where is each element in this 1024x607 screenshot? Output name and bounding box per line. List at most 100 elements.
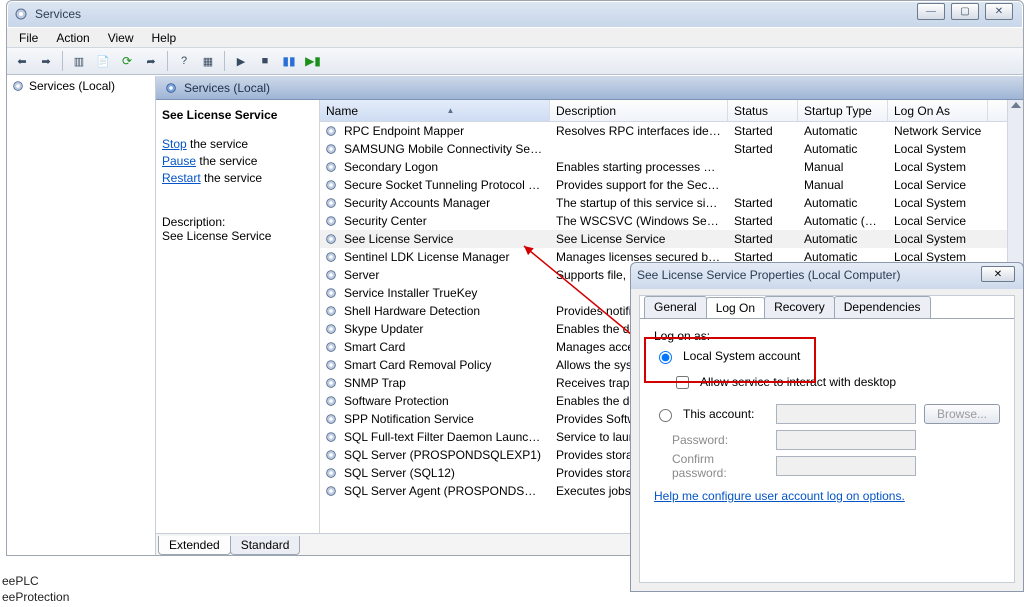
menu-file[interactable]: File [11, 29, 46, 47]
tab-extended[interactable]: Extended [158, 536, 231, 555]
show-hide-tree-button[interactable]: ▥ [68, 50, 90, 72]
service-status: Started [728, 232, 798, 246]
close-button[interactable]: ✕ [985, 3, 1013, 20]
service-logon: Local Service [888, 214, 988, 228]
section-title: Services (Local) [184, 81, 270, 95]
checkbox-allow-interact-label: Allow service to interact with desktop [700, 375, 896, 389]
minimize-button[interactable]: — [917, 3, 945, 20]
description-label: Description: [162, 215, 313, 229]
dialog-close-button[interactable]: ✕ [981, 266, 1015, 282]
gear-icon [324, 466, 338, 480]
restart-service-button[interactable]: ▶▮ [302, 50, 324, 72]
logon-as-label: Log on as: [654, 329, 1000, 343]
service-startup: Automatic [798, 142, 888, 156]
col-status[interactable]: Status [728, 100, 798, 121]
properties-button[interactable]: 📄 [92, 50, 114, 72]
tree-node-label: Services (Local) [29, 79, 115, 93]
menu-help[interactable]: Help [144, 29, 185, 47]
menu-view[interactable]: View [100, 29, 142, 47]
service-desc: Provides support for the Secur... [550, 178, 728, 192]
tab-general[interactable]: General [644, 296, 707, 318]
col-startup[interactable]: Startup Type [798, 100, 888, 121]
service-name: Server [338, 268, 385, 282]
start-service-button[interactable]: ▶ [230, 50, 252, 72]
gear-icon [324, 430, 338, 444]
pause-service-button[interactable]: ▮▮ [278, 50, 300, 72]
tree-node-services-local[interactable]: Services (Local) [9, 78, 153, 94]
password-label: Password: [654, 433, 768, 447]
refresh-button[interactable]: ⟳ [116, 50, 138, 72]
service-desc: The WSCSVC (Windows Securi... [550, 214, 728, 228]
service-row[interactable]: SAMSUNG Mobile Connectivity ServiceStart… [320, 140, 1023, 158]
service-name: SQL Server (PROSPONDSQLEXP1) [338, 448, 547, 462]
service-name: Service Installer TrueKey [338, 286, 483, 300]
service-properties-dialog: See License Service Properties (Local Co… [630, 262, 1024, 592]
col-description[interactable]: Description [550, 100, 728, 121]
service-name: Secure Socket Tunneling Protocol Service [338, 178, 550, 192]
gear-icon [324, 322, 338, 336]
dialog-titlebar[interactable]: See License Service Properties (Local Co… [631, 263, 1023, 287]
service-status: Started [728, 196, 798, 210]
titlebar[interactable]: Services [7, 1, 1023, 27]
forward-button[interactable]: ➡ [35, 50, 57, 72]
gear-icon [324, 196, 338, 210]
service-row[interactable]: Secure Socket Tunneling Protocol Service… [320, 176, 1023, 194]
stop-service-button[interactable]: ■ [254, 50, 276, 72]
service-desc: See License Service [550, 232, 728, 246]
selected-service-name: See License Service [162, 108, 313, 122]
console-tree[interactable]: Services (Local) [7, 76, 156, 555]
col-name[interactable]: Name▲ [320, 100, 550, 121]
service-row[interactable]: Security Accounts ManagerThe startup of … [320, 194, 1023, 212]
gear-icon [324, 448, 338, 462]
link-pause-service[interactable]: Pause [162, 154, 196, 168]
radio-this-account[interactable] [659, 409, 672, 422]
service-startup: Manual [798, 178, 888, 192]
dialog-tabs: General Log On Recovery Dependencies [640, 296, 1014, 318]
service-startup: Automatic (D... [798, 214, 888, 228]
service-status: Started [728, 214, 798, 228]
gear-icon [324, 340, 338, 354]
service-name: SPP Notification Service [338, 412, 480, 426]
link-restart-service[interactable]: Restart [162, 171, 201, 185]
tab-dependencies[interactable]: Dependencies [834, 296, 931, 318]
service-name: Skype Updater [338, 322, 429, 336]
gear-icon [324, 304, 338, 318]
window-title: Services [35, 7, 81, 21]
service-name: See License Service [338, 232, 459, 246]
service-status: Started [728, 124, 798, 138]
checkbox-allow-interact[interactable] [676, 376, 689, 389]
help-button[interactable]: ? [173, 50, 195, 72]
service-name: RPC Endpoint Mapper [338, 124, 470, 138]
maximize-button[interactable]: ▢ [951, 3, 979, 20]
tab-logon[interactable]: Log On [706, 297, 765, 319]
service-name: Shell Hardware Detection [338, 304, 486, 318]
service-name: SAMSUNG Mobile Connectivity Service [338, 142, 550, 156]
dialog-title: See License Service Properties (Local Co… [637, 268, 900, 282]
back-button[interactable]: ⬅ [11, 50, 33, 72]
tab-recovery[interactable]: Recovery [764, 296, 835, 318]
service-name: Smart Card [338, 340, 411, 354]
gear-icon [324, 124, 338, 138]
link-stop-service[interactable]: Stop [162, 137, 187, 151]
help-link[interactable]: Help me configure user account log on op… [654, 489, 905, 503]
gear-icon [324, 268, 338, 282]
menu-action[interactable]: Action [48, 29, 97, 47]
services-icon [13, 6, 29, 22]
service-row[interactable]: Security CenterThe WSCSVC (Windows Secur… [320, 212, 1023, 230]
service-name: SQL Full-text Filter Daemon Launcher (P.… [338, 430, 550, 444]
columns-button[interactable]: ▦ [197, 50, 219, 72]
service-name: SQL Server Agent (PROSPONDSQLEXP1) [338, 484, 550, 498]
gear-icon [324, 178, 338, 192]
menubar: File Action View Help [7, 27, 1023, 47]
service-row[interactable]: Secondary LogonEnables starting processe… [320, 158, 1023, 176]
export-button[interactable]: ➦ [140, 50, 162, 72]
list-header: Name▲ Description Status Startup Type Lo… [320, 100, 1023, 122]
service-row[interactable]: See License ServiceSee License ServiceSt… [320, 230, 1023, 248]
service-row[interactable]: RPC Endpoint MapperResolves RPC interfac… [320, 122, 1023, 140]
tab-standard[interactable]: Standard [230, 536, 301, 555]
col-logon[interactable]: Log On As [888, 100, 988, 121]
service-startup: Manual [798, 160, 888, 174]
sort-asc-icon: ▲ [447, 106, 455, 115]
gear-icon [324, 142, 338, 156]
radio-local-system[interactable] [659, 351, 672, 364]
